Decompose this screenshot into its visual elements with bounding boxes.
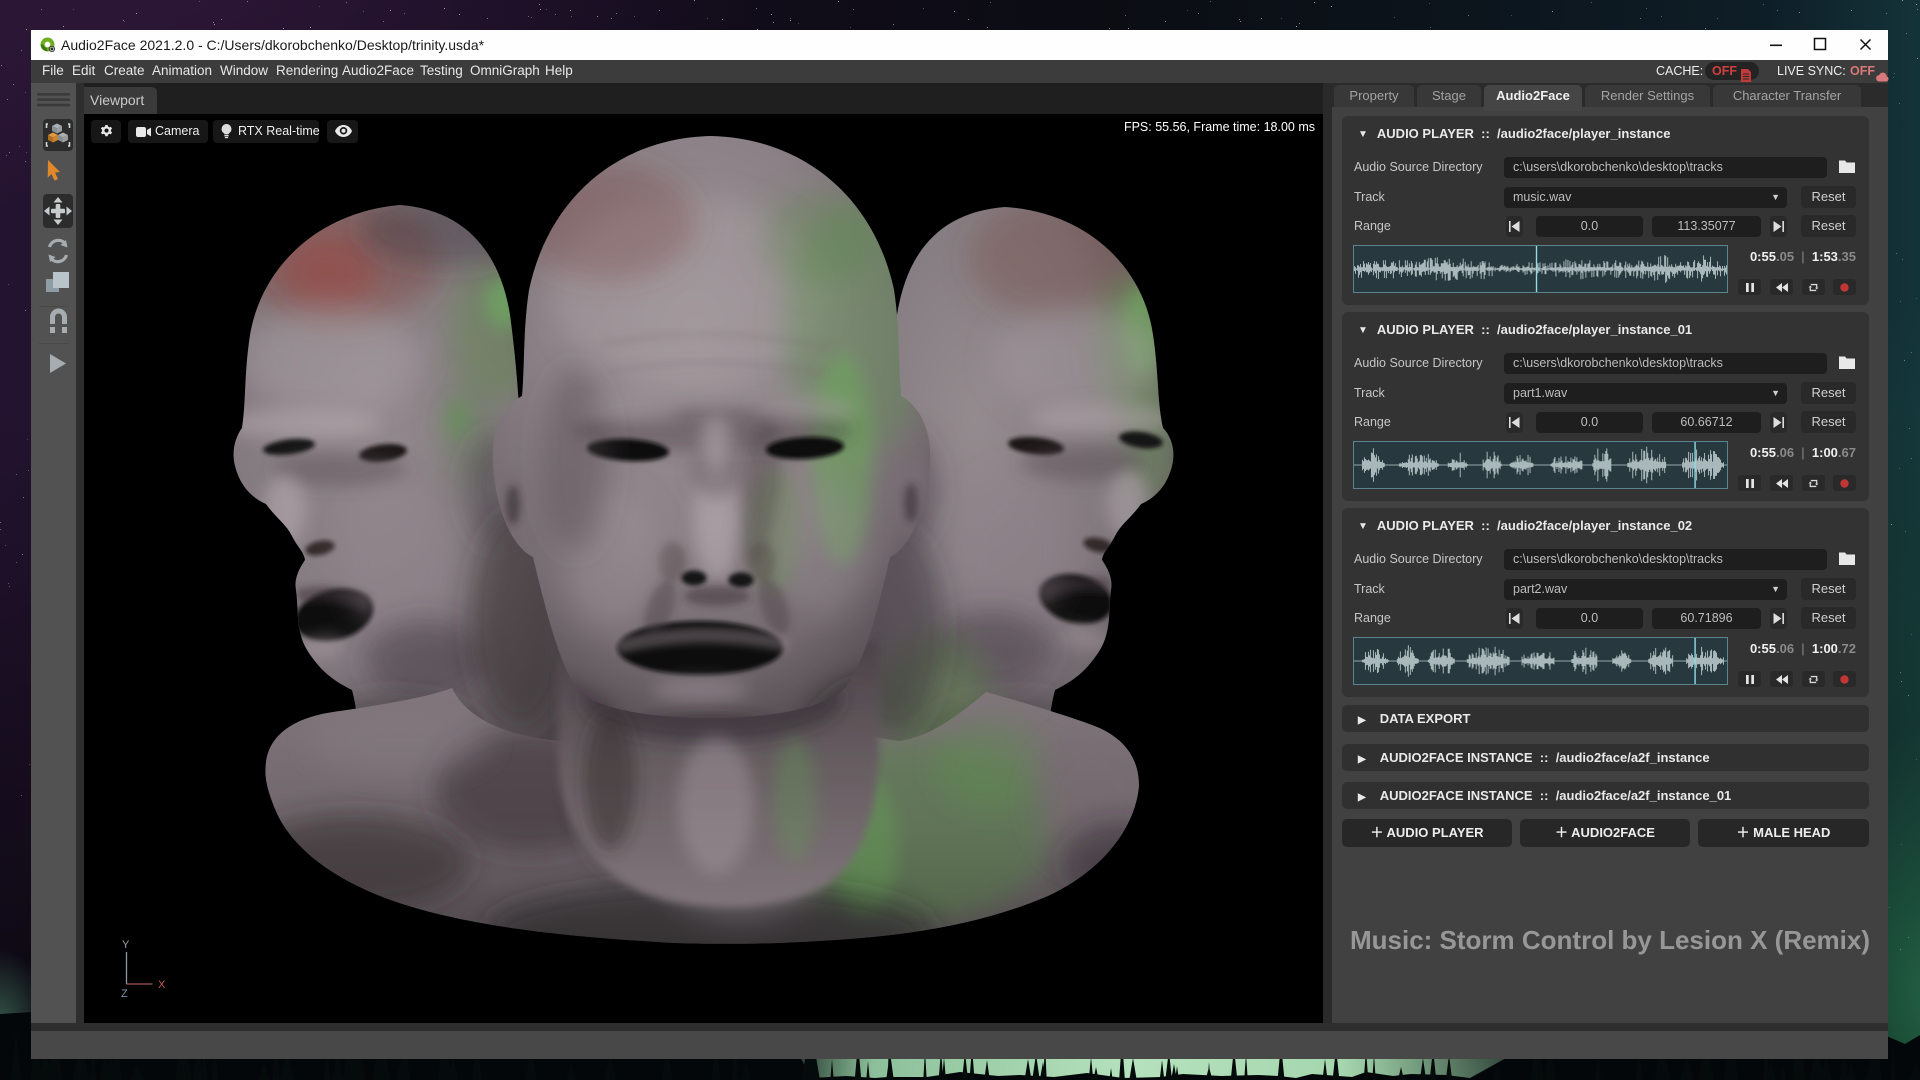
svg-text:X: X [158, 979, 166, 991]
svg-text:Y: Y [122, 939, 130, 951]
svg-text:Z: Z [121, 988, 128, 1000]
